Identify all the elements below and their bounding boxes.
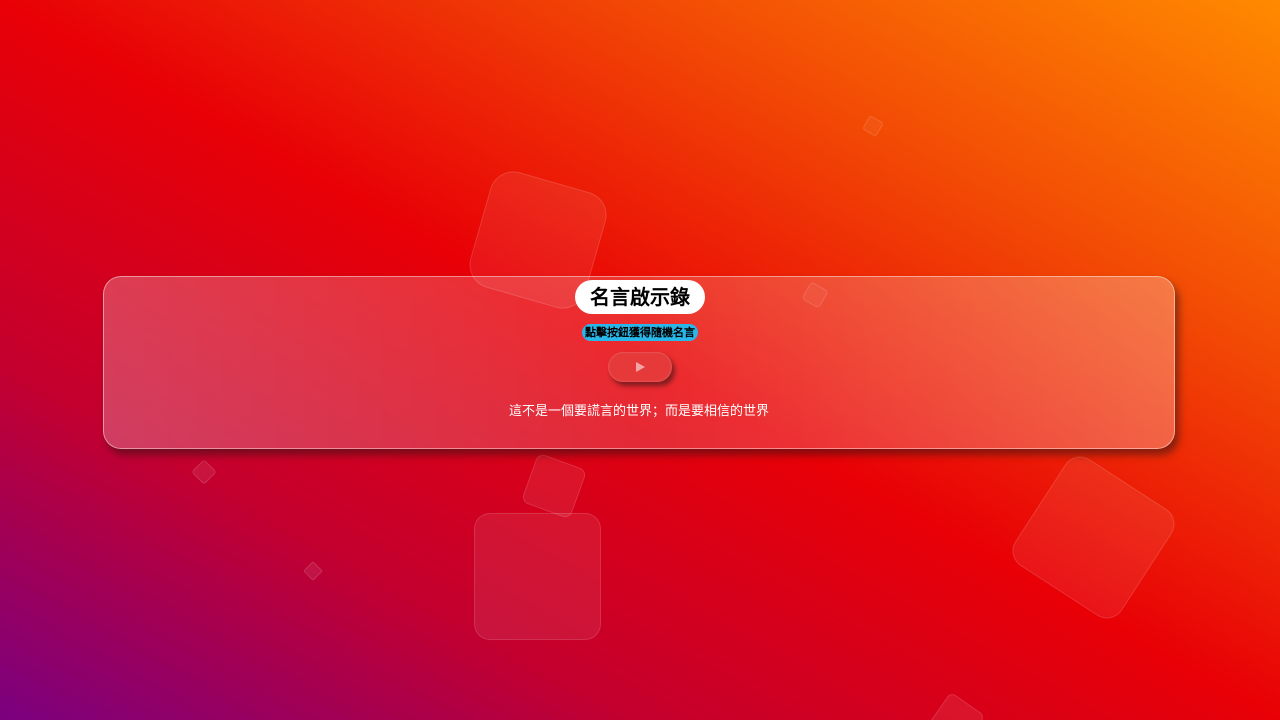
app-title: 名言啟示錄 (575, 280, 705, 314)
decorative-square (191, 459, 217, 485)
play-button[interactable] (608, 352, 672, 382)
decorative-square (862, 115, 884, 137)
decorative-square (1005, 449, 1182, 626)
subtitle-badge: 點擊按鈕獲得隨機名言 (582, 324, 698, 341)
play-icon (636, 362, 645, 372)
quote-text: 這不是一個要謊言的世界；而是要相信的世界 (508, 404, 769, 419)
decorative-square (926, 691, 986, 720)
decorative-square (303, 561, 323, 581)
decorative-square (520, 452, 588, 520)
decorative-square (474, 513, 601, 640)
